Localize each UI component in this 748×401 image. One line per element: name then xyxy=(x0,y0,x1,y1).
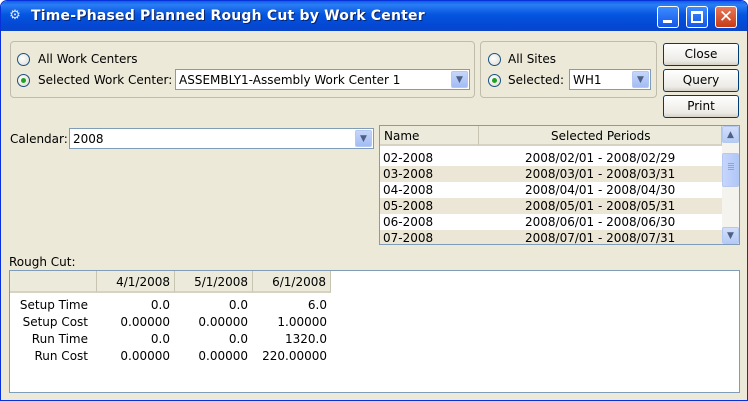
list-item[interactable]: 02-2008 2008/02/01 - 2008/02/29 xyxy=(380,150,722,166)
selected-site-label: Selected: xyxy=(508,73,565,87)
chevron-down-icon[interactable]: ▼ xyxy=(355,130,372,147)
cell: 220.00000 xyxy=(262,349,327,363)
rough-cut-col-3: 6/1/2008 xyxy=(272,275,326,289)
close-window-button[interactable]: ✕ xyxy=(715,6,737,28)
scroll-down-button[interactable]: ▼ xyxy=(722,227,739,244)
all-work-centers-label: All Work Centers xyxy=(38,52,138,66)
period-range: 2008/04/01 - 2008/04/30 xyxy=(525,183,676,197)
list-item[interactable]: 07-2008 2008/07/01 - 2008/07/31 xyxy=(380,230,722,245)
maximize-button[interactable] xyxy=(686,6,708,28)
cell: 1320.0 xyxy=(285,332,327,346)
period-name: 02-2008 xyxy=(383,151,434,165)
title-bar[interactable]: ⚙ Time-Phased Planned Rough Cut by Work … xyxy=(1,1,747,31)
period-name: 07-2008 xyxy=(383,231,434,245)
selected-work-center-label: Selected Work Center: xyxy=(38,73,173,87)
minimize-button[interactable] xyxy=(657,6,679,28)
all-work-centers-radio[interactable] xyxy=(17,53,30,66)
all-sites-label: All Sites xyxy=(508,52,556,66)
app-window: ⚙ Time-Phased Planned Rough Cut by Work … xyxy=(0,0,748,401)
row-name: Run Cost xyxy=(34,349,88,363)
close-button[interactable]: Close xyxy=(663,43,739,66)
grip-icon xyxy=(728,163,734,164)
chevron-down-icon[interactable]: ▼ xyxy=(451,71,468,88)
scroll-thumb[interactable] xyxy=(722,153,739,187)
selected-work-center-radio[interactable] xyxy=(17,74,30,87)
period-range: 2008/07/01 - 2008/07/31 xyxy=(525,231,676,245)
period-name: 05-2008 xyxy=(383,199,434,213)
cell: 0.00000 xyxy=(198,349,248,363)
sites-group: All Sites Selected: WH1 ▼ xyxy=(480,41,657,98)
rough-cut-header-blank[interactable] xyxy=(10,271,97,293)
chevron-down-icon[interactable]: ▼ xyxy=(632,71,649,88)
period-name: 04-2008 xyxy=(383,183,434,197)
site-select[interactable]: WH1 ▼ xyxy=(569,69,651,90)
rough-cut-table[interactable]: 4/1/2008 5/1/2008 6/1/2008 Setup Time 0.… xyxy=(9,270,740,393)
calendar-label: Calendar: xyxy=(10,132,68,146)
period-name: 03-2008 xyxy=(383,167,434,181)
work-center-value: ASSEMBLY1-Assembly Work Center 1 xyxy=(179,73,401,87)
selected-site-radio[interactable] xyxy=(488,74,501,87)
periods-col-range: Selected Periods xyxy=(551,129,651,143)
list-item[interactable]: 04-2008 2008/04/01 - 2008/04/30 xyxy=(380,182,722,198)
rough-cut-col-1: 4/1/2008 xyxy=(116,275,170,289)
scroll-up-button[interactable]: ▲ xyxy=(722,126,739,143)
table-row[interactable]: Run Time 0.0 0.0 1320.0 xyxy=(10,331,739,348)
app-gears-icon: ⚙ xyxy=(9,8,21,23)
period-range: 2008/03/01 - 2008/03/31 xyxy=(525,167,676,181)
periods-list[interactable]: Name Selected Periods 02-2008 2008/02/01… xyxy=(379,125,740,245)
cell: 6.0 xyxy=(307,298,327,312)
minimize-icon xyxy=(663,20,672,23)
cell: 0.0 xyxy=(150,298,170,312)
period-name: 06-2008 xyxy=(383,215,434,229)
work-center-group: All Work Centers Selected Work Center: A… xyxy=(10,41,475,98)
cell: 0.0 xyxy=(228,332,248,346)
print-button[interactable]: Print xyxy=(663,95,739,118)
cell: 1.00000 xyxy=(277,315,327,329)
query-button[interactable]: Query xyxy=(663,69,739,92)
rough-cut-header-col2[interactable]: 5/1/2008 xyxy=(175,271,253,293)
periods-col-name: Name xyxy=(384,129,420,143)
list-item[interactable]: 06-2008 2008/06/01 - 2008/06/30 xyxy=(380,214,722,230)
rough-cut-label: Rough Cut: xyxy=(9,255,76,269)
calendar-value: 2008 xyxy=(73,132,104,146)
all-sites-radio[interactable] xyxy=(488,53,501,66)
row-name: Setup Time xyxy=(19,298,88,312)
calendar-select[interactable]: 2008 ▼ xyxy=(69,128,374,149)
list-item[interactable]: 03-2008 2008/03/01 - 2008/03/31 xyxy=(380,166,722,182)
cell: 0.00000 xyxy=(198,315,248,329)
table-row[interactable]: Run Cost 0.00000 0.00000 220.00000 xyxy=(10,348,739,365)
periods-header-range[interactable]: Selected Periods xyxy=(479,126,722,146)
cell: 0.0 xyxy=(150,332,170,346)
period-range: 2008/06/01 - 2008/06/30 xyxy=(525,215,676,229)
cell: 0.0 xyxy=(228,298,248,312)
cell: 0.00000 xyxy=(120,315,170,329)
rough-cut-col-2: 5/1/2008 xyxy=(194,275,248,289)
cell: 0.00000 xyxy=(120,349,170,363)
row-name: Run Time xyxy=(31,332,88,346)
row-name: Setup Cost xyxy=(22,315,88,329)
window-title: Time-Phased Planned Rough Cut by Work Ce… xyxy=(31,8,425,24)
period-range: 2008/02/01 - 2008/02/29 xyxy=(525,151,676,165)
periods-header-name[interactable]: Name xyxy=(380,126,479,146)
period-range: 2008/05/01 - 2008/05/31 xyxy=(525,199,676,213)
list-item[interactable]: 05-2008 2008/05/01 - 2008/05/31 xyxy=(380,198,722,214)
site-value: WH1 xyxy=(573,73,602,87)
table-row[interactable]: Setup Cost 0.00000 0.00000 1.00000 xyxy=(10,314,739,331)
periods-scrollbar[interactable]: ▲ ▼ xyxy=(722,126,739,244)
rough-cut-header-col3[interactable]: 6/1/2008 xyxy=(253,271,331,293)
table-row[interactable]: Setup Time 0.0 0.0 6.0 xyxy=(10,297,739,314)
rough-cut-header-col1[interactable]: 4/1/2008 xyxy=(97,271,175,293)
maximize-icon xyxy=(691,11,703,23)
work-center-select[interactable]: ASSEMBLY1-Assembly Work Center 1 ▼ xyxy=(175,69,470,90)
close-icon: ✕ xyxy=(718,7,734,27)
